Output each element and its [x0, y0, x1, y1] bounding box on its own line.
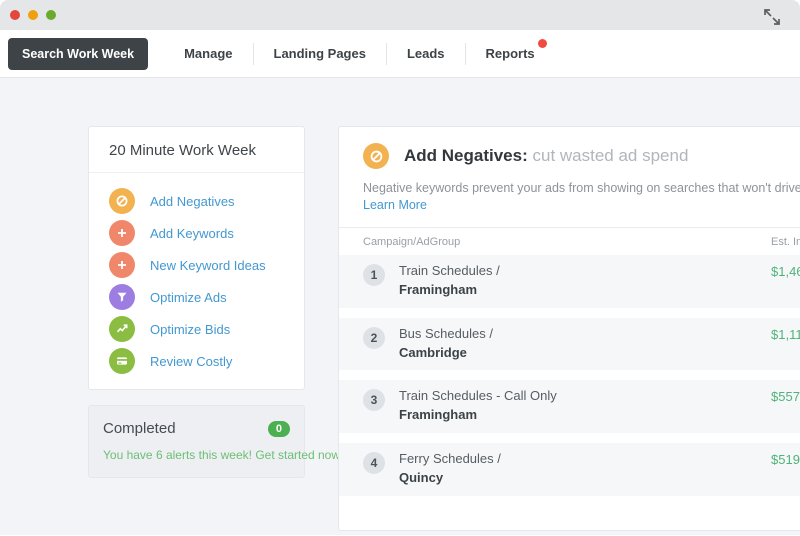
campaign-cell: Train Schedules / Framingham — [399, 262, 500, 300]
sidebar-item-label: New Keyword Ideas — [150, 258, 266, 273]
campaign-name: Ferry Schedules / — [399, 450, 501, 469]
sidebar: 20 Minute Work Week Add Negatives — [88, 126, 305, 478]
nav-tab-search-work-week[interactable]: Search Work Week — [8, 38, 148, 70]
adgroup-name: Framingham — [399, 281, 500, 300]
table-header: Campaign/AdGroup Est. Im — [339, 227, 800, 255]
adgroup-name: Quincy — [399, 469, 501, 488]
close-icon[interactable] — [10, 10, 20, 20]
nav-tab-reports[interactable]: Reports — [466, 46, 555, 61]
alerts-message[interactable]: You have 6 alerts this week! Get started… — [103, 448, 290, 462]
add-negatives-panel: Add Negatives: cut wasted ad spend Negat… — [338, 126, 800, 531]
column-campaign-adgroup: Campaign/AdGroup — [363, 236, 460, 248]
table-row[interactable]: 1 Train Schedules / Framingham $1,46 — [339, 255, 800, 308]
negatives-table: Campaign/AdGroup Est. Im 1 Train Schedul… — [339, 227, 800, 496]
top-navbar: Search Work Week Manage Landing Pages Le… — [0, 30, 800, 78]
est-impact-value: $1,46 — [771, 264, 800, 279]
column-est-impact: Est. Im — [771, 236, 800, 248]
row-number-badge: 4 — [363, 452, 385, 474]
completed-count-badge: 0 — [268, 421, 290, 437]
row-number-badge: 1 — [363, 264, 385, 286]
campaign-name: Train Schedules - Call Only — [399, 387, 557, 406]
completed-title: Completed — [103, 420, 176, 437]
row-number-badge: 2 — [363, 327, 385, 349]
no-symbol-icon — [363, 143, 389, 169]
funnel-icon — [109, 284, 135, 310]
completed-header: Completed 0 — [103, 420, 290, 437]
window-titlebar — [0, 0, 800, 30]
sidebar-menu: Add Negatives Add Keywords — [89, 173, 304, 389]
est-impact-value: $519. — [771, 452, 800, 467]
sidebar-item-optimize-bids[interactable]: Optimize Bids — [89, 313, 304, 345]
sidebar-item-optimize-ads[interactable]: Optimize Ads — [89, 281, 304, 313]
panel-header: Add Negatives: cut wasted ad spend — [339, 127, 800, 181]
learn-more-link[interactable]: Learn More — [339, 195, 800, 212]
campaign-name: Train Schedules / — [399, 262, 500, 281]
row-number-badge: 3 — [363, 389, 385, 411]
est-impact-value: $557. — [771, 389, 800, 404]
campaign-name: Bus Schedules / — [399, 325, 493, 344]
trend-up-icon — [109, 316, 135, 342]
sidebar-item-review-costly[interactable]: Review Costly — [89, 345, 304, 377]
sidebar-title: 20 Minute Work Week — [89, 127, 304, 173]
panel-subtitle: cut wasted ad spend — [532, 146, 688, 165]
minimize-icon[interactable] — [28, 10, 38, 20]
adgroup-name: Framingham — [399, 406, 557, 425]
plus-icon — [109, 220, 135, 246]
panel-description: Negative keywords prevent your ads from … — [339, 181, 800, 195]
credit-card-icon — [109, 348, 135, 374]
expand-arrows-icon[interactable] — [760, 5, 784, 34]
work-week-card: 20 Minute Work Week Add Negatives — [88, 126, 305, 390]
sidebar-item-label: Add Keywords — [150, 226, 234, 241]
nav-tab-landing-pages[interactable]: Landing Pages — [254, 46, 386, 61]
campaign-cell: Ferry Schedules / Quincy — [399, 450, 501, 488]
window-controls — [10, 10, 56, 20]
sidebar-item-new-keyword-ideas[interactable]: New Keyword Ideas — [89, 249, 304, 281]
nav-tab-reports-label: Reports — [486, 46, 535, 61]
sidebar-item-add-negatives[interactable]: Add Negatives — [89, 185, 304, 217]
est-impact-value: $1,11 — [771, 327, 800, 342]
description-text: Negative keywords prevent your ads from … — [363, 181, 800, 195]
panel-title-text: Add Negatives: — [404, 146, 528, 165]
page-content: 20 Minute Work Week Add Negatives — [0, 78, 800, 535]
sidebar-item-label: Optimize Ads — [150, 290, 227, 305]
campaign-cell: Bus Schedules / Cambridge — [399, 325, 493, 363]
table-row[interactable]: 2 Bus Schedules / Cambridge $1,11 — [339, 318, 800, 371]
panel-title: Add Negatives: cut wasted ad spend — [404, 146, 688, 166]
maximize-icon[interactable] — [46, 10, 56, 20]
sidebar-item-add-keywords[interactable]: Add Keywords — [89, 217, 304, 249]
sidebar-item-label: Optimize Bids — [150, 322, 230, 337]
adgroup-name: Cambridge — [399, 344, 493, 363]
nav-tab-leads[interactable]: Leads — [387, 46, 465, 61]
plus-icon — [109, 252, 135, 278]
nav-tab-manage[interactable]: Manage — [164, 46, 252, 61]
table-row[interactable]: 3 Train Schedules - Call Only Framingham… — [339, 380, 800, 433]
sidebar-item-label: Add Negatives — [150, 194, 235, 209]
no-symbol-icon — [109, 188, 135, 214]
notification-dot — [538, 39, 547, 48]
completed-panel: Completed 0 You have 6 alerts this week!… — [88, 405, 305, 478]
campaign-cell: Train Schedules - Call Only Framingham — [399, 387, 557, 425]
sidebar-item-label: Review Costly — [150, 354, 232, 369]
table-row[interactable]: 4 Ferry Schedules / Quincy $519. — [339, 443, 800, 496]
